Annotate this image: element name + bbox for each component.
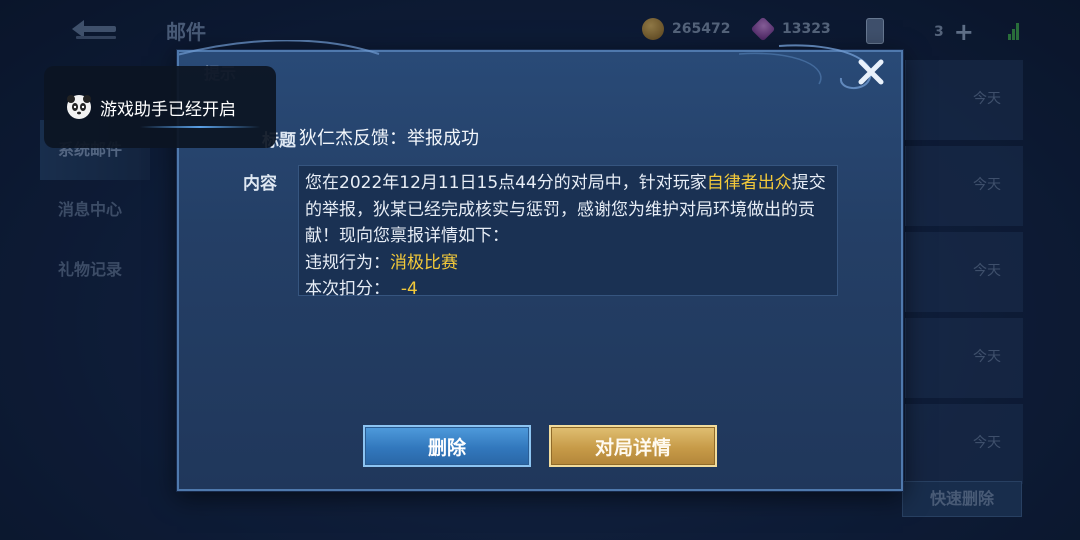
mail-subject: 狄仁杰反馈：举报成功	[299, 128, 479, 149]
content-label: 内容	[243, 174, 277, 194]
violation-type: 消极比赛	[390, 252, 458, 273]
deduct-points: -4	[400, 279, 418, 299]
toast-underline	[140, 126, 260, 128]
panda-icon	[67, 95, 91, 119]
close-icon	[858, 59, 884, 85]
delete-button[interactable]: 删除	[363, 425, 531, 467]
reported-player-name: 自律者出众	[706, 173, 792, 193]
violation-label: 违规行为：	[305, 252, 390, 273]
content-text: 您在2022年12月11日15点44分的对局中，针对玩家	[305, 173, 707, 193]
assistant-toast: 游戏助手已经开启	[44, 66, 276, 148]
close-button[interactable]	[851, 53, 891, 91]
toast-text: 游戏助手已经开启	[100, 99, 236, 120]
mail-content: 您在2022年12月11日15点44分的对局中，针对玩家自律者出众提交的举报，狄…	[298, 165, 838, 299]
match-detail-button[interactable]: 对局详情	[549, 425, 717, 467]
deduct-label: 本次扣分：	[305, 279, 390, 299]
